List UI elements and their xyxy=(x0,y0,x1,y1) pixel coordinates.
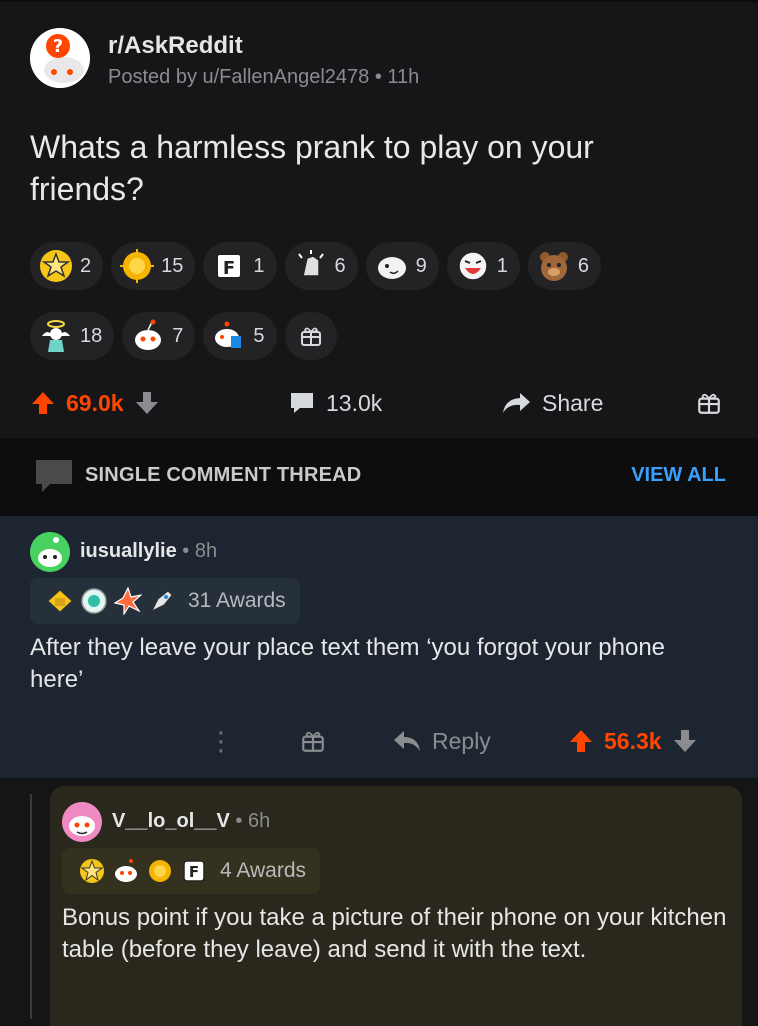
award-count: 18 xyxy=(80,324,103,347)
comment-actions: ⋮ Reply 56.3k xyxy=(0,716,758,766)
reply-label: Reply xyxy=(432,727,491,754)
username[interactable]: V__lo_ol__V xyxy=(112,810,230,832)
single-thread-bar: SINGLE COMMENT THREAD VIEW ALL xyxy=(0,438,758,516)
award-count: 7 xyxy=(172,324,184,347)
reply-button[interactable]: Reply xyxy=(392,716,491,766)
vote-controls: 69.0k xyxy=(30,378,160,428)
award-count: 6 xyxy=(334,254,346,277)
snoo-avatar-icon xyxy=(30,532,70,572)
snoo-award-icon xyxy=(115,859,137,882)
comment-body: After they leave your place text them ‘y… xyxy=(30,634,666,693)
subreddit-avatar-icon[interactable]: ? xyxy=(30,28,90,88)
svg-text:?: ? xyxy=(53,36,63,57)
press-f-award-icon: F xyxy=(183,860,205,882)
award-count: 6 xyxy=(577,254,589,277)
clapping-hands-award-icon xyxy=(297,250,324,277)
comments-button[interactable]: 13.0k xyxy=(288,378,382,428)
comment-award-button[interactable] xyxy=(300,716,326,766)
award-pill[interactable]: 2 xyxy=(30,242,104,290)
snoo-award-icon xyxy=(135,319,162,350)
award-pill[interactable]: 15 xyxy=(111,242,196,290)
award-count: 1 xyxy=(253,254,265,277)
explosion-award-icon xyxy=(114,587,142,615)
comment-username[interactable]: V__lo_ol__V • 6h xyxy=(112,810,270,833)
gold-award-icon xyxy=(149,860,171,882)
reply-thread: V__lo_ol__V • 6h F 4 Awards Bonus point xyxy=(0,778,758,1026)
downvote-arrow-icon[interactable] xyxy=(134,390,160,416)
comment-awards[interactable]: F 4 Awards xyxy=(62,848,320,894)
face-award-icon xyxy=(377,257,406,279)
helpful-star-award-icon xyxy=(40,250,72,282)
award-count: 2 xyxy=(80,254,92,277)
post-award-button[interactable] xyxy=(696,378,722,428)
avatar[interactable] xyxy=(30,532,70,572)
comment-vote-controls: 56.3k xyxy=(568,716,698,766)
upvote-arrow-icon[interactable] xyxy=(568,728,594,754)
award-pill[interactable]: F 1 xyxy=(203,242,277,290)
subreddit-name[interactable]: r/AskReddit xyxy=(108,32,243,60)
upvote-count: 69.0k xyxy=(66,389,124,416)
post-meta: Posted by u/FallenAngel2478 • 11h xyxy=(108,66,420,88)
comment-time: • 8h xyxy=(176,540,218,562)
share-button[interactable]: Share xyxy=(500,378,603,428)
view-all-link[interactable]: VIEW ALL xyxy=(631,464,726,487)
award-count: 1 xyxy=(496,254,508,277)
award-count: 15 xyxy=(161,254,184,277)
gold-award-icon xyxy=(120,249,155,283)
rocket-award-icon xyxy=(150,590,173,613)
comment-awards[interactable]: 31 Awards xyxy=(30,578,300,624)
comment-upvote-count: 56.3k xyxy=(604,727,662,754)
comment-more-button[interactable]: ⋮ xyxy=(208,716,234,766)
award-pill[interactable]: 5 xyxy=(203,312,277,360)
comment: iusuallylie • 8h 31 Awards After they le… xyxy=(0,516,758,778)
comment-count: 13.0k xyxy=(326,389,383,416)
avatar[interactable] xyxy=(62,802,102,842)
comment-username[interactable]: iusuallylie • 8h xyxy=(80,540,217,563)
awards-count-label: 31 Awards xyxy=(188,589,286,612)
svg-text:F: F xyxy=(189,863,199,881)
award-pill[interactable]: 6 xyxy=(527,242,601,290)
post-awards-row-2: 18 7 5 xyxy=(30,312,337,360)
share-arrow-icon xyxy=(503,393,530,413)
award-pill[interactable]: 18 xyxy=(30,312,115,360)
comment-bubble-icon xyxy=(36,460,72,492)
post-actions: 69.0k 13.0k Share xyxy=(0,378,758,428)
comment: V__lo_ol__V • 6h F 4 Awards Bonus point xyxy=(50,786,742,1026)
post-awards-row: 2 15 F 1 6 9 1 6 xyxy=(30,242,601,290)
awards-count-label: 4 Awards xyxy=(220,859,306,882)
bear-award-icon xyxy=(539,252,568,281)
award-pill[interactable]: 1 xyxy=(446,242,520,290)
laughing-award-icon xyxy=(458,251,488,281)
comment-time: • 6h xyxy=(229,810,271,832)
comment-body: Bonus point if you take a picture of the… xyxy=(62,904,727,963)
gift-icon xyxy=(302,731,324,752)
downvote-arrow-icon[interactable] xyxy=(672,728,698,754)
award-count: 5 xyxy=(253,324,265,347)
gift-icon xyxy=(698,393,720,414)
post-title[interactable]: Whats a harmless prank to play on your f… xyxy=(30,126,710,210)
reply-arrow-icon xyxy=(394,731,420,751)
username[interactable]: iusuallylie xyxy=(80,540,177,562)
award-pill[interactable]: 6 xyxy=(284,242,358,290)
post-card: ? r/AskReddit Posted by u/FallenAngel247… xyxy=(0,0,758,440)
thread-line[interactable] xyxy=(30,794,32,1019)
press-f-award-icon: F xyxy=(216,253,243,279)
thread-title: SINGLE COMMENT THREAD xyxy=(85,464,362,486)
wholesome-seal-award-icon xyxy=(81,588,107,614)
angel-award-icon xyxy=(42,320,70,352)
hugs-award-icon xyxy=(215,321,242,348)
gift-icon xyxy=(300,327,321,346)
award-pill[interactable]: 7 xyxy=(122,312,196,360)
snoo-avatar-icon xyxy=(62,802,102,842)
award-count: 9 xyxy=(415,254,427,277)
give-award-button[interactable] xyxy=(284,312,337,360)
treasure-award-icon xyxy=(47,589,73,613)
more-options-icon: ⋮ xyxy=(208,725,234,756)
svg-text:F: F xyxy=(223,258,235,279)
upvote-arrow-icon[interactable] xyxy=(30,390,56,416)
award-pill[interactable]: 9 xyxy=(365,242,439,290)
helpful-star-award-icon xyxy=(80,859,104,883)
comment-bubble-icon xyxy=(291,393,313,413)
share-label: Share xyxy=(542,389,604,416)
